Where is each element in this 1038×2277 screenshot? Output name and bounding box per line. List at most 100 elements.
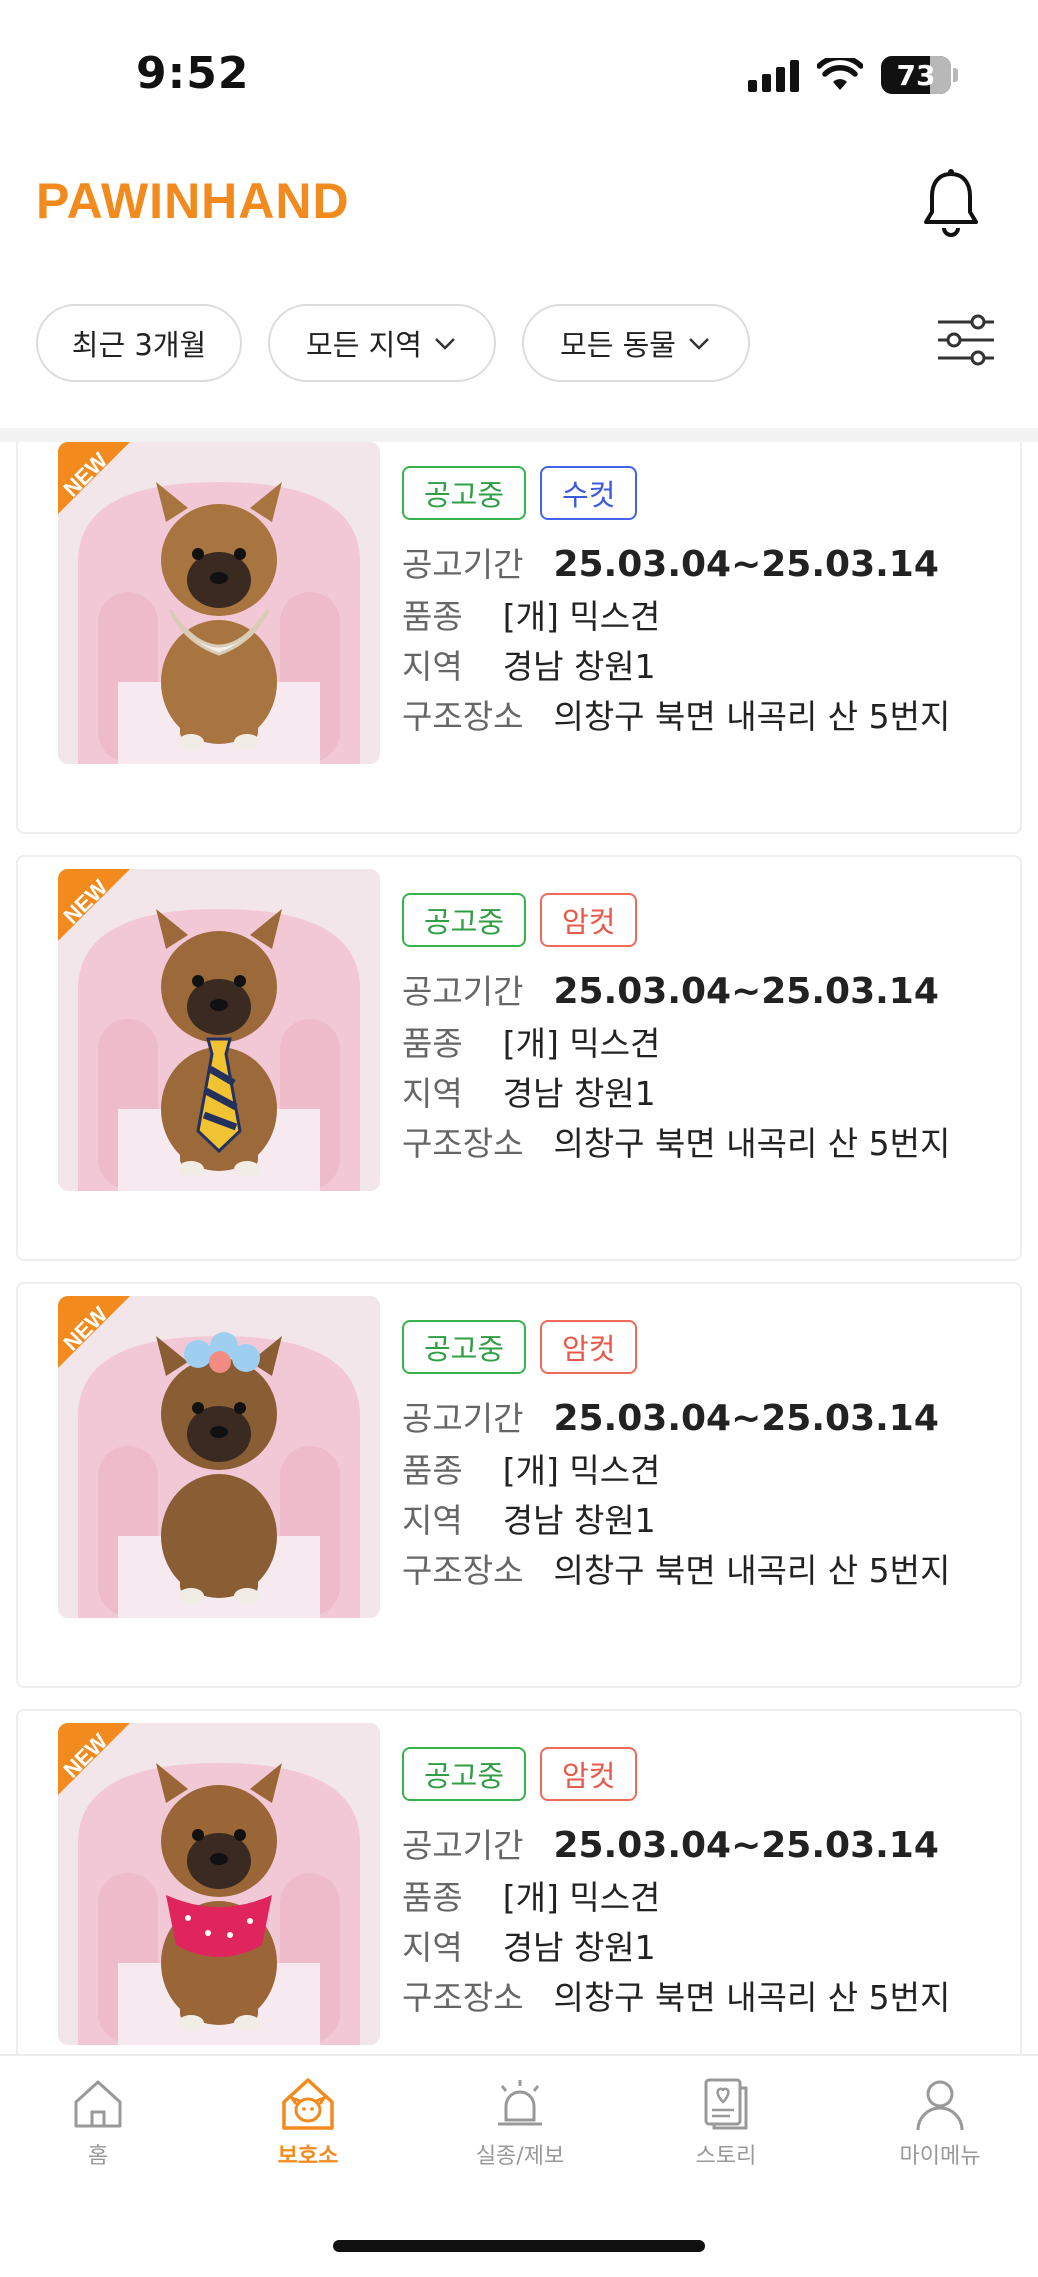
badge-row: 공고중 암컷	[402, 1320, 638, 1374]
region-row: 지역 경남 창원1	[402, 1921, 656, 1969]
notice-status-badge: 공고중	[402, 466, 527, 520]
region-label: 지역	[402, 1928, 463, 1967]
app-header: PAWINHAND	[0, 150, 1038, 270]
rescue-place-value: 의창구 북면 내곡리 산 5번지	[553, 1124, 951, 1163]
nav-label-mymenu: 마이메뉴	[899, 2144, 981, 2169]
period-row: 공고기간 25.03.04~25.03.14	[402, 1819, 939, 1867]
period-row: 공고기간 25.03.04~25.03.14	[402, 538, 939, 586]
animal-card[interactable]: NEW 공고중 암컷공고기간 25.03.04~25.03.14 품종 [개] 믹스견지역…	[16, 855, 1022, 1261]
animal-photo[interactable]: NEW	[58, 1723, 380, 2045]
nav-item-missing[interactable]: 실종/제보	[440, 2074, 600, 2170]
animal-photo[interactable]: NEW	[58, 869, 380, 1191]
filter-region-chip[interactable]: 모든 지역	[268, 304, 496, 382]
animal-list: NEW 공고중 수컷 공고기간 25.03.04~25.03.14 품종 [개] 믹스견 지역…	[0, 442, 1038, 2054]
filter-region-label: 모든 지역	[306, 328, 422, 362]
app-logo[interactable]: PAWINHAND	[36, 172, 350, 230]
period-label: 공고기간	[402, 545, 524, 584]
badge-row: 공고중 수컷	[402, 466, 638, 520]
status-time: 9:52	[136, 48, 250, 99]
cellular-signal-icon	[748, 58, 799, 92]
period-value: 25.03.04~25.03.14	[553, 971, 939, 1012]
breed-row: 품종 [개] 믹스견	[402, 590, 660, 638]
sex-badge: 암컷	[540, 893, 638, 947]
region-value: 경남 창원1	[502, 1501, 656, 1540]
nav-item-mymenu[interactable]: 마이메뉴	[860, 2074, 1020, 2170]
region-label: 지역	[402, 647, 463, 686]
breed-value: [개] 믹스견	[502, 1451, 661, 1490]
animal-photo[interactable]: NEW	[58, 442, 380, 764]
notification-bell-icon[interactable]	[920, 168, 982, 240]
period-label: 공고기간	[402, 1826, 524, 1865]
region-label: 지역	[402, 1501, 463, 1540]
animal-card[interactable]: NEW 공고중 암컷공고기간 25.03.04~25.03.14 품종 [개] 믹스견지역…	[16, 1282, 1022, 1688]
breed-value: [개] 믹스견	[502, 1878, 661, 1917]
badge-row: 공고중 암컷	[402, 893, 638, 947]
breed-value: [개] 믹스견	[502, 597, 661, 636]
notice-status-badge: 공고중	[402, 1747, 527, 1801]
rescue-place-row: 구조장소 의창구 북면 내곡리 산 5번지	[402, 690, 950, 738]
rescue-place-value: 의창구 북면 내곡리 산 5번지	[553, 1551, 951, 1590]
filter-settings-icon[interactable]	[934, 308, 998, 372]
status-icons: 73	[748, 56, 958, 94]
rescue-place-label: 구조장소	[402, 697, 524, 736]
period-label: 공고기간	[402, 972, 524, 1011]
status-bar: 9:52 73	[0, 0, 1038, 150]
region-row: 지역 경남 창원1	[402, 640, 656, 688]
rescue-place-label: 구조장소	[402, 1978, 524, 2017]
person-icon	[916, 2080, 964, 2131]
filter-period-chip[interactable]: 최근 3개월	[36, 304, 242, 382]
period-row: 공고기간 25.03.04~25.03.14	[402, 965, 939, 1013]
nav-label-shelter: 보호소	[277, 2144, 339, 2169]
period-value: 25.03.04~25.03.14	[553, 1398, 939, 1439]
notice-status-badge: 공고중	[402, 893, 527, 947]
filter-period-label: 최근 3개월	[71, 328, 207, 362]
rescue-place-row: 구조장소 의창구 북면 내곡리 산 5번지	[402, 1544, 950, 1592]
animal-card[interactable]: NEW 공고중 수컷공고기간 25.03.04~25.03.14 품종 [개] 믹스견지역…	[16, 442, 1022, 834]
nav-label-story: 스토리	[695, 2144, 757, 2169]
region-value: 경남 창원1	[502, 1074, 656, 1113]
battery-level: 73	[896, 58, 936, 92]
breed-row: 품종 [개] 믹스견	[402, 1871, 660, 1919]
sex-badge: 수컷	[540, 466, 638, 520]
breed-value: [개] 믹스견	[502, 1024, 661, 1063]
home-icon	[74, 2080, 122, 2128]
nav-label-home: 홈	[87, 2144, 109, 2169]
nav-item-shelter[interactable]: 보호소	[228, 2074, 388, 2170]
breed-label: 품종	[402, 1878, 463, 1917]
period-value: 25.03.04~25.03.14	[553, 544, 939, 585]
nav-item-home[interactable]: 홈	[18, 2074, 178, 2170]
breed-label: 품종	[402, 1451, 463, 1490]
breed-label: 품종	[402, 597, 463, 636]
alarm-icon	[498, 2080, 542, 2126]
chevron-down-icon	[689, 338, 709, 350]
rescue-place-label: 구조장소	[402, 1551, 524, 1590]
rescue-place-row: 구조장소 의창구 북면 내곡리 산 5번지	[402, 1117, 950, 1165]
period-label: 공고기간	[402, 1399, 524, 1438]
rescue-place-label: 구조장소	[402, 1124, 524, 1163]
nav-item-story[interactable]: 스토리	[646, 2074, 806, 2170]
period-value: 25.03.04~25.03.14	[553, 1825, 939, 1866]
nav-label-missing: 실종/제보	[475, 2144, 565, 2169]
breed-row: 품종 [개] 믹스견	[402, 1017, 660, 1065]
filter-animal-chip[interactable]: 모든 동물	[522, 304, 750, 382]
badge-row: 공고중 암컷	[402, 1747, 638, 1801]
region-row: 지역 경남 창원1	[402, 1494, 656, 1542]
rescue-place-value: 의창구 북면 내곡리 산 5번지	[553, 697, 951, 736]
sex-badge: 암컷	[540, 1747, 638, 1801]
sex-badge: 암컷	[540, 1320, 638, 1374]
section-divider	[0, 428, 1038, 442]
rescue-place-value: 의창구 북면 내곡리 산 5번지	[553, 1978, 951, 2017]
region-row: 지역 경남 창원1	[402, 1067, 656, 1115]
animal-photo[interactable]: NEW	[58, 1296, 380, 1618]
filter-bar: 최근 3개월 모든 지역 모든 동물	[0, 300, 1038, 424]
wifi-icon	[817, 58, 863, 90]
home-indicator	[333, 2240, 705, 2252]
breed-label: 품종	[402, 1024, 463, 1063]
region-value: 경남 창원1	[502, 647, 656, 686]
region-label: 지역	[402, 1074, 463, 1113]
animal-card[interactable]: NEW 공고중 암컷공고기간 25.03.04~25.03.14 품종 [개] 믹스견지역…	[16, 1709, 1022, 2054]
period-row: 공고기간 25.03.04~25.03.14	[402, 1392, 939, 1440]
notice-status-badge: 공고중	[402, 1320, 527, 1374]
rescue-place-row: 구조장소 의창구 북면 내곡리 산 5번지	[402, 1971, 950, 2019]
filter-animal-label: 모든 동물	[560, 328, 676, 362]
